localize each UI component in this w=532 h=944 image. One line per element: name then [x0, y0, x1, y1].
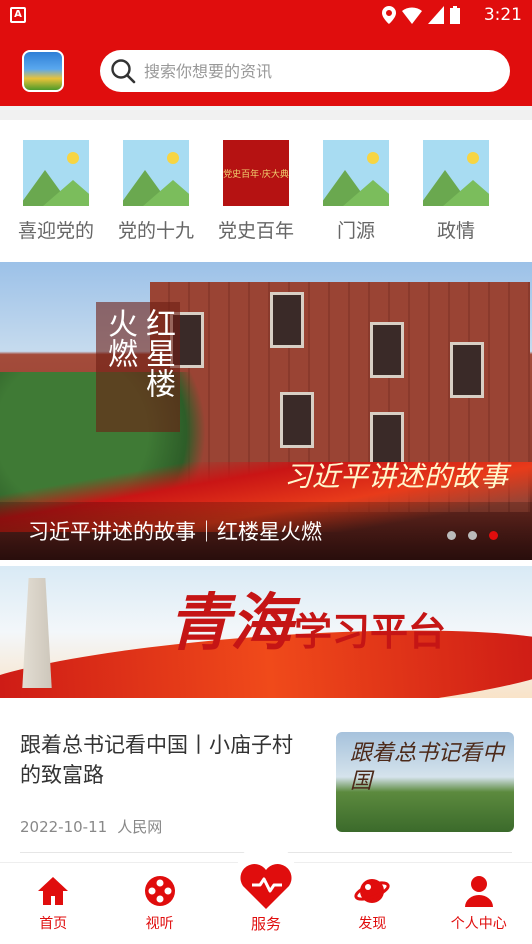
home-icon — [38, 877, 69, 905]
category-label: 党史百年 — [217, 220, 294, 242]
search-input[interactable] — [144, 61, 484, 81]
tab-home[interactable]: 首页 — [0, 863, 106, 944]
banner-image-title: 红星楼火燃 — [96, 302, 180, 432]
location-icon — [382, 6, 396, 24]
category-item[interactable]: 党的十九 — [106, 120, 206, 260]
news-source: 人民网 — [117, 818, 163, 836]
tab-profile[interactable]: 个人中心 — [426, 863, 532, 944]
platform-title-text: 学习平台 — [294, 610, 447, 654]
app-logo[interactable] — [22, 50, 64, 92]
wifi-icon — [402, 7, 422, 24]
news-item[interactable]: 跟着总书记看中国丨小庙子村的致富路 2022-10-11 人民网 跟着总书记看中国 — [0, 700, 532, 860]
thumbnail-caption: 跟着总书记看中国 — [350, 741, 505, 794]
tab-label: 视听 — [145, 916, 174, 932]
section-divider — [0, 106, 532, 120]
planet-icon — [354, 879, 390, 903]
category-label: 喜迎党的 — [17, 220, 94, 242]
tab-video[interactable]: 视听 — [106, 863, 212, 944]
category-label: 政情 — [436, 220, 475, 242]
news-date: 2022-10-11 — [20, 818, 108, 836]
image-placeholder-icon — [123, 140, 189, 206]
carousel-indicator — [447, 531, 498, 540]
tab-service[interactable]: 服务 — [213, 843, 319, 944]
category-label: 门源 — [336, 220, 375, 242]
category-row: 喜迎党的 党的十九 党史百年·庆大典 党史百年 门源 政情 — [0, 120, 532, 260]
image-placeholder-icon — [23, 140, 89, 206]
tab-discover[interactable]: 发现 — [319, 863, 425, 944]
category-label: 党的十九 — [117, 220, 194, 242]
tab-label: 首页 — [39, 916, 68, 932]
news-meta: 2022-10-11 人民网 — [20, 816, 172, 837]
carousel-dot[interactable] — [447, 531, 456, 540]
category-item[interactable]: 党史百年·庆大典 党史百年 — [206, 120, 306, 260]
tab-label: 个人中心 — [450, 916, 507, 932]
image-placeholder-icon — [423, 140, 489, 206]
film-reel-icon — [144, 876, 175, 906]
category-thumbnail: 党史百年·庆大典 — [223, 140, 289, 206]
learning-platform-banner[interactable]: 青海 学习平台 — [0, 566, 532, 698]
category-item[interactable]: 政情 — [406, 120, 506, 260]
heart-icon — [240, 863, 292, 909]
carousel-dot[interactable] — [468, 531, 477, 540]
bottom-tab-bar: 首页 视听 服务 发现 个人中心 — [0, 843, 532, 944]
signal-icon — [428, 6, 444, 24]
status-icons — [382, 6, 460, 24]
platform-title-script: 青海 — [168, 586, 293, 659]
battery-icon — [450, 6, 460, 24]
search-icon — [111, 59, 136, 84]
app-header — [0, 30, 532, 106]
tab-label: 服务 — [250, 915, 281, 933]
category-item[interactable]: 喜迎党的 — [6, 120, 106, 260]
thumbnail-text: 党史百年·庆大典 — [223, 169, 289, 180]
search-bar[interactable] — [100, 50, 510, 92]
banner-image-brand: 习近平讲述的故事 — [283, 460, 508, 493]
carousel-caption: 习近平讲述的故事｜红楼星火燃 — [28, 520, 322, 544]
category-item[interactable]: 门源 — [306, 120, 406, 260]
notification-icon: A — [10, 7, 26, 23]
status-bar: A 3:21 — [0, 0, 532, 30]
clock: 3:21 — [483, 5, 522, 25]
news-title: 跟着总书记看中国丨小庙子村的致富路 — [20, 733, 293, 787]
image-placeholder-icon — [323, 140, 389, 206]
news-thumbnail: 跟着总书记看中国 — [336, 732, 514, 832]
carousel-dot-active[interactable] — [489, 531, 498, 540]
person-icon — [464, 876, 493, 907]
carousel-banner[interactable]: 红星楼火燃 习近平讲述的故事 习近平讲述的故事｜红楼星火燃 — [0, 262, 532, 560]
tab-label: 发现 — [358, 916, 387, 932]
